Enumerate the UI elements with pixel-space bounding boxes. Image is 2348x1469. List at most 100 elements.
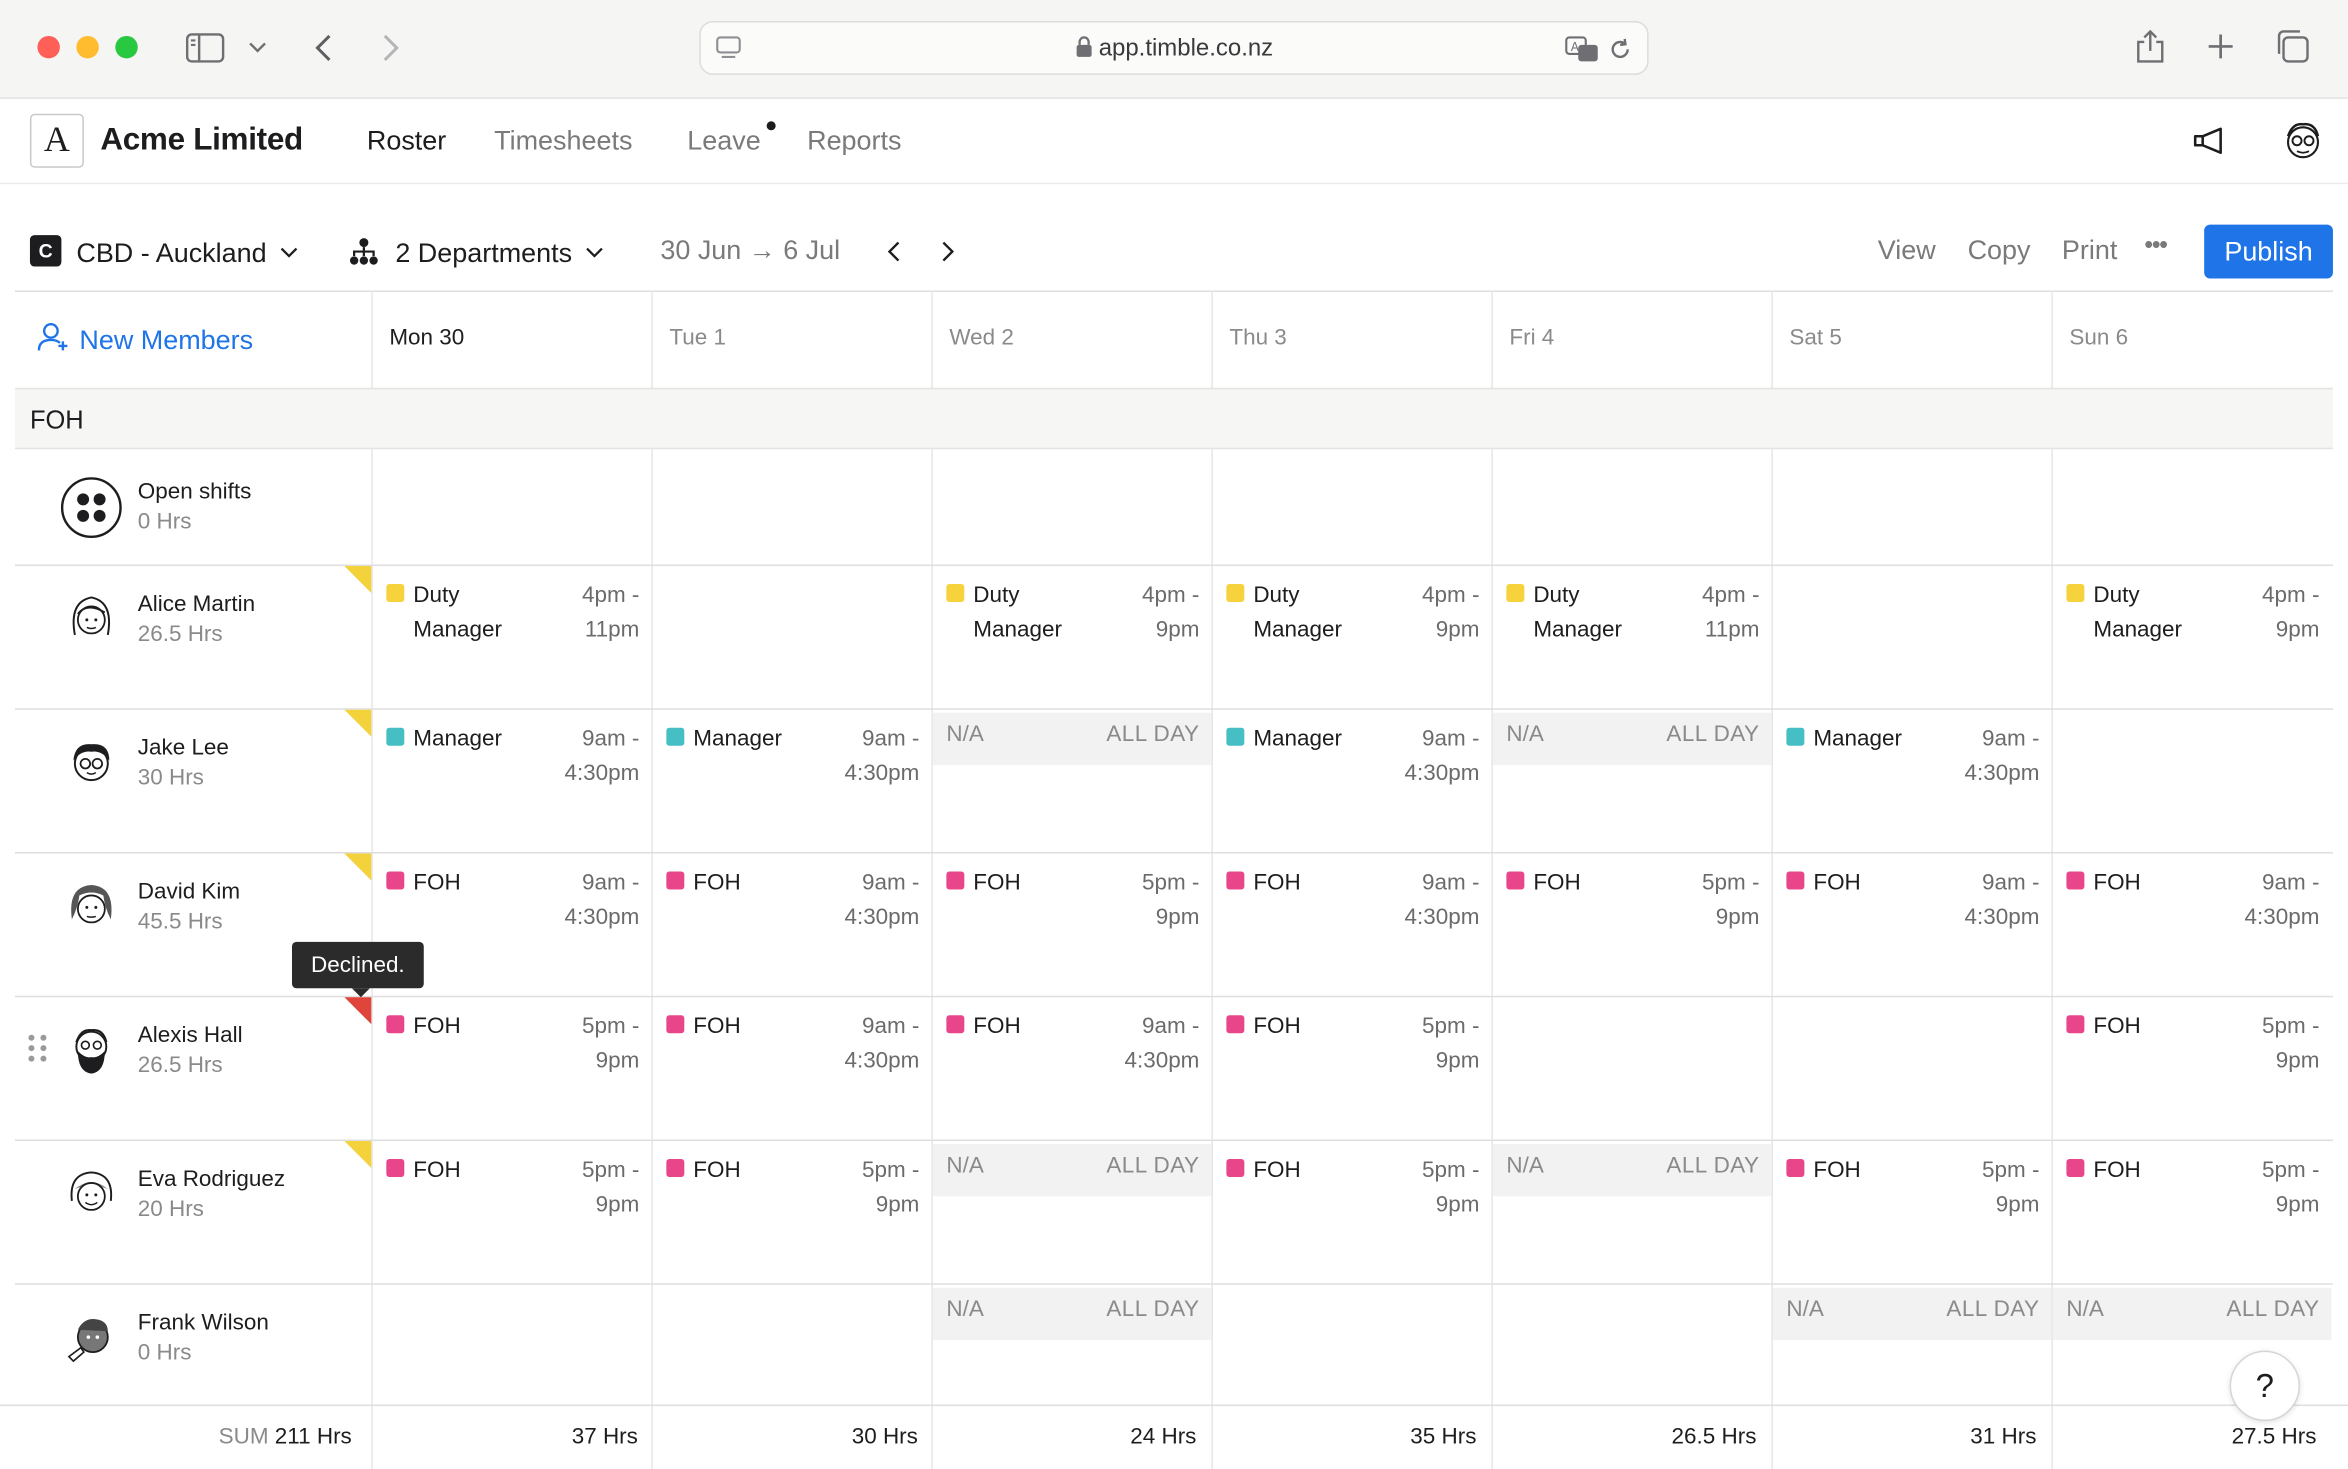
shift-card[interactable]: FOH 5pm - 9pm — [933, 864, 1212, 936]
location-select[interactable]: CBD - Auckland — [76, 235, 298, 269]
unavailable-block[interactable]: N/A ALL DAY — [932, 1144, 1212, 1197]
user-avatar[interactable] — [2279, 117, 2327, 165]
shift-card[interactable]: Duty Manager 4pm - 9pm — [2053, 576, 2332, 648]
day-header-sat[interactable]: Sat 5 — [1789, 325, 1841, 350]
shift-card[interactable]: Duty Manager 4pm - 9pm — [933, 576, 1212, 648]
shift-card[interactable]: FOH 5pm - 9pm — [1213, 1152, 1492, 1224]
nav-leave[interactable]: Leave — [687, 126, 760, 157]
shift-card[interactable]: FOH 5pm - 9pm — [373, 1152, 652, 1224]
day-header-tue[interactable]: Tue 1 — [669, 325, 726, 350]
help-button[interactable]: ? — [2229, 1350, 2301, 1422]
back-icon[interactable] — [307, 30, 340, 66]
drag-handle-icon[interactable] — [28, 1034, 49, 1065]
shift-role: FOH — [1253, 869, 1301, 896]
sidebar-toggle-icon[interactable] — [185, 31, 225, 64]
shift-card[interactable]: Duty Manager 4pm - 11pm — [373, 576, 652, 648]
unavailable-block[interactable]: N/A ALL DAY — [932, 1287, 1212, 1341]
shift-card[interactable]: Manager 9am - 4:30pm — [373, 720, 652, 792]
reload-icon[interactable] — [1605, 34, 1635, 64]
member-name-alice-martin[interactable]: Alice Martin — [138, 591, 255, 616]
nav-roster[interactable]: Roster — [367, 126, 446, 157]
avatar — [60, 1162, 123, 1225]
nav-reports[interactable]: Reports — [807, 126, 901, 157]
shift-time: 9am - 4:30pm — [1124, 1009, 1199, 1078]
share-icon[interactable] — [2134, 27, 2167, 66]
departments-icon — [347, 235, 380, 268]
copy-button[interactable]: Copy — [1968, 235, 2031, 266]
minimize-window-button[interactable] — [76, 35, 99, 59]
shift-card[interactable]: FOH 9am - 4:30pm — [653, 1008, 932, 1080]
departments-select[interactable]: 2 Departments — [395, 235, 603, 269]
member-name-frank-wilson[interactable]: Frank Wilson — [138, 1310, 269, 1335]
shift-card[interactable]: FOH 9am - 4:30pm — [653, 864, 932, 936]
publish-button[interactable]: Publish — [2204, 224, 2333, 279]
shift-card[interactable]: FOH 5pm - 9pm — [2053, 1008, 2332, 1080]
shift-card[interactable]: FOH 9am - 4:30pm — [933, 1008, 1212, 1080]
new-tab-icon[interactable] — [2204, 30, 2237, 63]
shift-role: Duty Manager — [973, 582, 1062, 643]
shift-color-swatch — [1506, 583, 1525, 602]
shift-card[interactable]: FOH 9am - 4:30pm — [1213, 864, 1492, 936]
shift-role: FOH — [413, 1157, 461, 1183]
unavailable-block[interactable]: N/A ALL DAY — [2052, 1287, 2332, 1341]
day-header-wed[interactable]: Wed 2 — [949, 325, 1014, 350]
day-header-mon[interactable]: Mon 30 — [389, 325, 464, 350]
shift-card[interactable]: FOH 5pm - 9pm — [373, 1008, 652, 1080]
shift-time: 9am - 4:30pm — [1965, 722, 2040, 791]
forward-icon[interactable] — [374, 30, 407, 66]
translate-icon[interactable]: A — [1563, 34, 1602, 64]
date-range[interactable]: 30 Jun → 6 Jul — [660, 235, 840, 266]
more-options-button[interactable]: ••• — [2144, 231, 2168, 261]
unavailable-block[interactable]: N/A ALL DAY — [1492, 712, 1772, 766]
shift-card[interactable]: Duty Manager 4pm - 11pm — [1493, 576, 1772, 648]
shift-card[interactable]: FOH 9am - 4:30pm — [1773, 864, 2052, 936]
shift-card[interactable]: FOH 5pm - 9pm — [1773, 1152, 2052, 1224]
member-name-eva-rodriguez[interactable]: Eva Rodriguez — [138, 1166, 285, 1191]
day-header-sun[interactable]: Sun 6 — [2069, 325, 2128, 350]
member-hours-eva-rodriguez: 20 Hrs — [137, 1196, 204, 1222]
shift-card[interactable]: Manager 9am - 4:30pm — [1773, 720, 2052, 792]
shift-color-swatch — [666, 871, 685, 890]
zoom-window-button[interactable] — [115, 35, 138, 59]
shift-card[interactable]: FOH 9am - 4:30pm — [2053, 864, 2332, 936]
prev-week-icon[interactable] — [882, 238, 906, 265]
close-window-button[interactable] — [37, 35, 60, 59]
shift-time: 5pm - 9pm — [1142, 865, 1199, 934]
unavailable-block[interactable]: N/A ALL DAY — [932, 712, 1212, 766]
shift-time-start: 4pm - — [1422, 582, 1480, 608]
unavailable-block[interactable]: N/A ALL DAY — [1492, 1144, 1772, 1197]
shift-card[interactable]: FOH 5pm - 9pm — [653, 1152, 932, 1224]
shift-time: 9am - 4:30pm — [844, 1009, 919, 1078]
day-header-thu[interactable]: Thu 3 — [1229, 325, 1286, 350]
company-logo[interactable]: A — [29, 113, 84, 168]
shift-card[interactable]: Manager 9am - 4:30pm — [653, 720, 932, 792]
open-shifts-label[interactable]: Open shifts — [138, 479, 252, 504]
next-week-icon[interactable] — [936, 238, 960, 265]
view-button[interactable]: View — [1878, 235, 1936, 266]
shift-time: 5pm - 9pm — [2262, 1009, 2319, 1078]
company-name[interactable]: Acme Limited — [100, 123, 303, 159]
unavailable-block[interactable]: N/A ALL DAY — [1772, 1287, 2052, 1341]
member-hours-david-kim: 45.5 Hrs — [137, 908, 223, 935]
shift-card[interactable]: FOH 5pm - 9pm — [1213, 1008, 1492, 1080]
print-button[interactable]: Print — [2062, 235, 2117, 266]
shift-card[interactable]: Manager 9am - 4:30pm — [1213, 720, 1492, 792]
address-bar[interactable]: app.timble.co.nz A — [699, 20, 1649, 75]
day-header-fri[interactable]: Fri 4 — [1509, 325, 1554, 350]
shift-card[interactable]: FOH 9am - 4:30pm — [373, 864, 652, 936]
nav-timesheets[interactable]: Timesheets — [494, 126, 632, 157]
member-name-david-kim[interactable]: David Kim — [138, 879, 240, 904]
member-name-jake-lee[interactable]: Jake Lee — [138, 735, 229, 760]
new-members-button[interactable]: New Members — [37, 322, 253, 359]
member-name-alexis-hall[interactable]: Alexis Hall — [138, 1023, 243, 1048]
new-members-label: New Members — [79, 324, 254, 355]
chevron-down-icon[interactable] — [246, 36, 270, 60]
shift-card[interactable]: Duty Manager 4pm - 9pm — [1213, 576, 1492, 648]
megaphone-icon[interactable] — [2191, 123, 2230, 159]
department-section-header[interactable]: FOH — [14, 387, 2333, 450]
shift-color-swatch — [666, 1015, 685, 1034]
shift-card[interactable]: FOH 5pm - 9pm — [1493, 864, 1772, 936]
shift-time: 4pm - 9pm — [2262, 578, 2319, 647]
tab-overview-icon[interactable] — [2275, 28, 2311, 64]
shift-card[interactable]: FOH 5pm - 9pm — [2053, 1152, 2332, 1224]
